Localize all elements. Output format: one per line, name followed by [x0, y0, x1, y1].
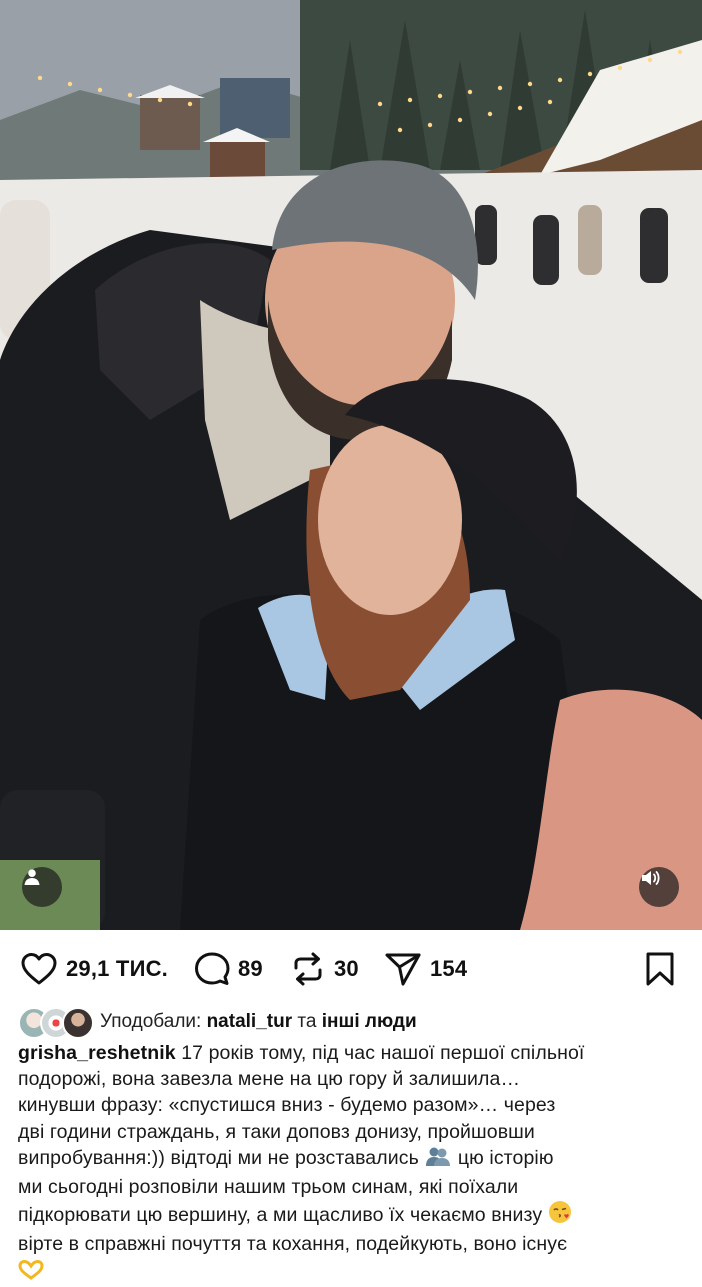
- repost-button[interactable]: 30: [290, 946, 359, 992]
- liked-by-avatars: [18, 1007, 94, 1039]
- post-action-bar: 29,1 ТИС. 89 30 154: [0, 946, 702, 992]
- post-photo[interactable]: [0, 0, 702, 930]
- caption-text: підкорювати цю вершину, а ми щасливо їх …: [18, 1204, 543, 1227]
- save-button[interactable]: [644, 946, 676, 992]
- bookmark-icon: [646, 952, 674, 986]
- comment-count: 89: [238, 956, 263, 981]
- like-button[interactable]: 29,1 ТИС.: [20, 946, 168, 992]
- heart-icon: [21, 953, 57, 985]
- caption-username-link[interactable]: grisha_reshetnik: [18, 1042, 176, 1064]
- liked-by-row[interactable]: Уподобали: natali_tur та інші люди: [18, 1006, 417, 1039]
- comment-bubble-icon: [195, 952, 230, 985]
- person-tag-icon: [24, 869, 40, 885]
- liked-by-others-link[interactable]: інші люди: [322, 1011, 417, 1032]
- paper-plane-icon: [385, 953, 421, 986]
- face-blowing-kiss-emoji: [548, 1200, 572, 1231]
- like-count: 29,1 ТИС.: [66, 956, 168, 981]
- repost-count: 30: [334, 956, 359, 981]
- repost-arrows-icon: [294, 952, 322, 986]
- liked-by-user-link[interactable]: natali_tur: [207, 1011, 293, 1032]
- caption-line: кинувши фразу: «спустишся вниз - будемо …: [18, 1094, 556, 1117]
- caption-line: вірте в справжні почуття та кохання, под…: [18, 1233, 568, 1256]
- share-count: 154: [430, 956, 468, 981]
- photo-illustration: [0, 0, 702, 930]
- caption-line: ми сьогодні розповіли нашим трьом синам,…: [18, 1176, 519, 1199]
- post-caption: grisha_reshetnik 17 років тому, під час …: [18, 1040, 690, 1287]
- avatar: [62, 1007, 94, 1039]
- liked-by-prefix: Уподобали:: [100, 1011, 207, 1032]
- caption-line: подорожі, вона завезла мене на цю гору й…: [18, 1068, 521, 1091]
- liked-by-middle: та: [292, 1011, 322, 1032]
- caption-text: цю історію: [452, 1146, 554, 1169]
- speaker-icon: [642, 871, 660, 885]
- caption-text: випробування:)) відтоді ми не розставали…: [18, 1146, 419, 1169]
- busts-in-silhouette-emoji: [424, 1145, 452, 1174]
- liked-by-text: Уподобали: natali_tur та інші люди: [100, 1011, 417, 1033]
- caption-line: підкорювати цю вершину, а ми щасливо їх …: [18, 1200, 690, 1231]
- heart-hands-emoji: [18, 1259, 44, 1287]
- sound-toggle-button[interactable]: [639, 867, 679, 907]
- comment-button[interactable]: 89: [194, 946, 263, 992]
- share-button[interactable]: 154: [384, 946, 467, 992]
- caption-line: [18, 1258, 690, 1287]
- caption-line: випробування:)) відтоді ми не розставали…: [18, 1145, 690, 1174]
- caption-line: grisha_reshetnik 17 років тому, під час …: [18, 1040, 690, 1066]
- caption-text: 17 років тому, під час нашої першої спіл…: [175, 1042, 585, 1064]
- tagged-people-button[interactable]: [22, 867, 62, 907]
- caption-line: дві години страждань, я таки доповз дони…: [18, 1120, 535, 1143]
